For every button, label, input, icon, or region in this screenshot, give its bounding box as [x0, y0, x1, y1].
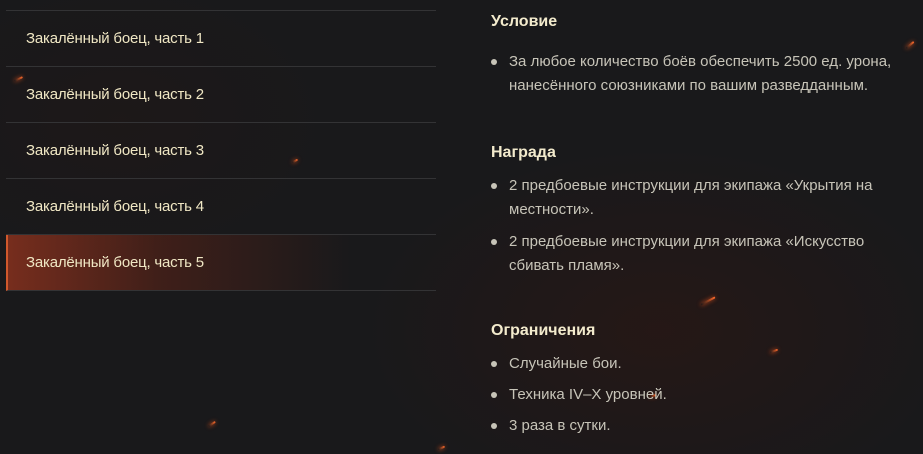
- restrictions-title: Ограничения: [491, 322, 596, 339]
- restriction-item: Техника IV–X уровней.: [491, 383, 921, 407]
- quest-item-part-2[interactable]: Закалённый боец, часть 2: [6, 67, 436, 123]
- quest-item-part-4[interactable]: Закалённый боец, часть 4: [6, 179, 436, 235]
- reward-item: 2 предбоевые инструкции для экипажа «Иск…: [491, 230, 921, 278]
- quest-list: Закалённый боец, часть 1 Закалённый боец…: [6, 10, 436, 291]
- condition-list: За любое количество боёв обеспечить 2500…: [491, 50, 921, 98]
- bullet-icon: [491, 183, 497, 189]
- reward-title: Награда: [491, 144, 556, 161]
- bullet-icon: [491, 59, 497, 65]
- quest-item-label: Закалённый боец, часть 5: [26, 254, 204, 271]
- bullet-icon: [491, 423, 497, 429]
- quest-item-part-5-selected[interactable]: Закалённый боец, часть 5: [6, 235, 436, 291]
- bullet-icon: [491, 392, 497, 398]
- quest-item-label: Закалённый боец, часть 3: [26, 142, 204, 159]
- condition-title: Условие: [491, 13, 558, 30]
- restrictions-list: Случайные бои. Техника IV–X уровней. 3 р…: [491, 352, 921, 438]
- reward-item-text: 2 предбоевые инструкции для экипажа «Иск…: [509, 233, 865, 274]
- quest-item-part-1[interactable]: Закалённый боец, часть 1: [6, 11, 436, 67]
- quest-item-label: Закалённый боец, часть 4: [26, 198, 204, 215]
- restriction-item-text: 3 раза в сутки.: [509, 417, 611, 434]
- reward-list: 2 предбоевые инструкции для экипажа «Укр…: [491, 174, 921, 278]
- bullet-icon: [491, 239, 497, 245]
- condition-item: За любое количество боёв обеспечить 2500…: [491, 50, 921, 98]
- restriction-item: 3 раза в сутки.: [491, 414, 921, 438]
- reward-item: 2 предбоевые инструкции для экипажа «Укр…: [491, 174, 921, 222]
- reward-item-text: 2 предбоевые инструкции для экипажа «Укр…: [509, 177, 873, 218]
- bullet-icon: [491, 361, 497, 367]
- quest-item-part-3[interactable]: Закалённый боец, часть 3: [6, 123, 436, 179]
- restriction-item: Случайные бои.: [491, 352, 921, 376]
- quest-item-label: Закалённый боец, часть 1: [26, 30, 204, 47]
- quest-details: Условие За любое количество боёв обеспеч…: [491, 12, 921, 438]
- condition-item-text: За любое количество боёв обеспечить 2500…: [509, 53, 892, 94]
- restriction-item-text: Техника IV–X уровней.: [509, 386, 667, 403]
- quest-item-label: Закалённый боец, часть 2: [26, 86, 204, 103]
- restriction-item-text: Случайные бои.: [509, 355, 622, 372]
